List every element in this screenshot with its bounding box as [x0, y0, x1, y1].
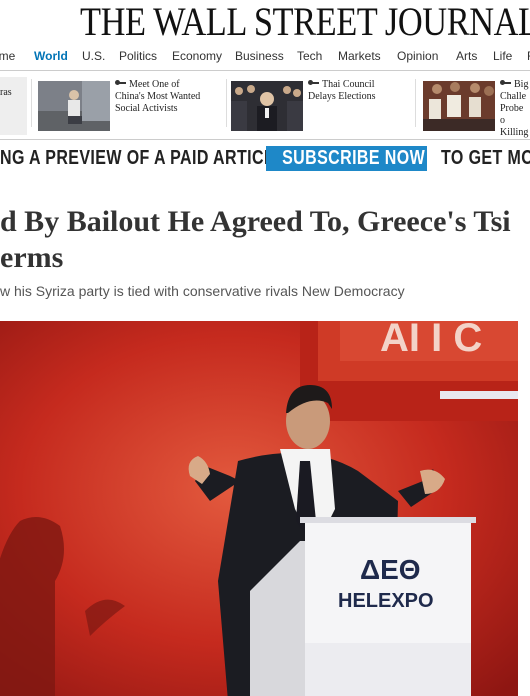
- story-strip: ras Meet One of China's Most Wanted Soci…: [0, 71, 530, 138]
- article-headline: d By Bailout He Agreed To, Greece's Tsi …: [0, 204, 530, 278]
- story-card[interactable]: Meet One of China's Most Wanted Social A…: [38, 77, 223, 131]
- key-icon: [308, 80, 319, 86]
- article-subhead: w his Syriza party is tied with conserva…: [0, 283, 405, 299]
- main-nav: ome World U.S. Politics Economy Business…: [0, 46, 530, 68]
- nav-item-us[interactable]: U.S.: [82, 49, 105, 63]
- story-card[interactable]: Big Challe Probe o Killing: [423, 77, 530, 138]
- key-icon: [500, 80, 511, 86]
- podium-logo-bottom: HELEXPO: [338, 590, 434, 612]
- nav-item-opinion[interactable]: Opinion: [397, 49, 438, 63]
- story-card[interactable]: ras: [0, 77, 28, 135]
- headline-line: d By Bailout He Agreed To, Greece's Tsi: [0, 205, 511, 238]
- key-icon: [115, 80, 126, 86]
- masthead: THE WALL STREET JOURNAL.: [0, 0, 530, 44]
- story-title[interactable]: Big Challe Probe o Killing: [500, 79, 530, 139]
- story-title[interactable]: Thai Council Delays Elections: [308, 79, 375, 103]
- nav-item-politics[interactable]: Politics: [119, 49, 157, 63]
- story-title[interactable]: ras: [0, 87, 12, 99]
- subscribe-now-button[interactable]: SUBSCRIBE NOW: [266, 146, 427, 171]
- nav-item-home[interactable]: ome: [0, 49, 15, 63]
- backdrop-text: AI I C: [380, 321, 482, 360]
- nav-item-world[interactable]: World: [34, 49, 68, 63]
- article-hero-image[interactable]: AI I C ΔΕΘ HELEXPO: [0, 321, 518, 696]
- nav-item-business[interactable]: Business: [235, 49, 284, 63]
- strip-divider: [415, 79, 416, 127]
- strip-divider: [31, 79, 32, 127]
- nav-item-tech[interactable]: Tech: [297, 49, 322, 63]
- promo-preview-text: NG A PREVIEW OF A PAID ARTICLE.: [0, 147, 291, 169]
- nav-item-arts[interactable]: Arts: [456, 49, 477, 63]
- nav-item-markets[interactable]: Markets: [338, 49, 381, 63]
- story-title[interactable]: Meet One of China's Most Wanted Social A…: [115, 79, 200, 115]
- story-thumbnail[interactable]: [423, 81, 495, 131]
- story-thumbnail[interactable]: [231, 81, 303, 131]
- masthead-logo[interactable]: THE WALL STREET JOURNAL.: [80, 1, 530, 43]
- headline-line: erms: [0, 241, 64, 274]
- podium-logo-top: ΔΕΘ: [360, 554, 421, 585]
- strip-divider: [226, 79, 227, 127]
- paywall-promo: NG A PREVIEW OF A PAID ARTICLE. SUBSCRIB…: [0, 146, 530, 174]
- promo-divider: [0, 139, 530, 140]
- nav-item-life[interactable]: Life: [493, 49, 512, 63]
- story-card[interactable]: Thai Council Delays Elections: [231, 77, 411, 131]
- promo-cta-text: TO GET MOR: [441, 147, 530, 169]
- nav-item-economy[interactable]: Economy: [172, 49, 222, 63]
- story-thumbnail[interactable]: [38, 81, 110, 131]
- story-card-bg: [0, 77, 27, 135]
